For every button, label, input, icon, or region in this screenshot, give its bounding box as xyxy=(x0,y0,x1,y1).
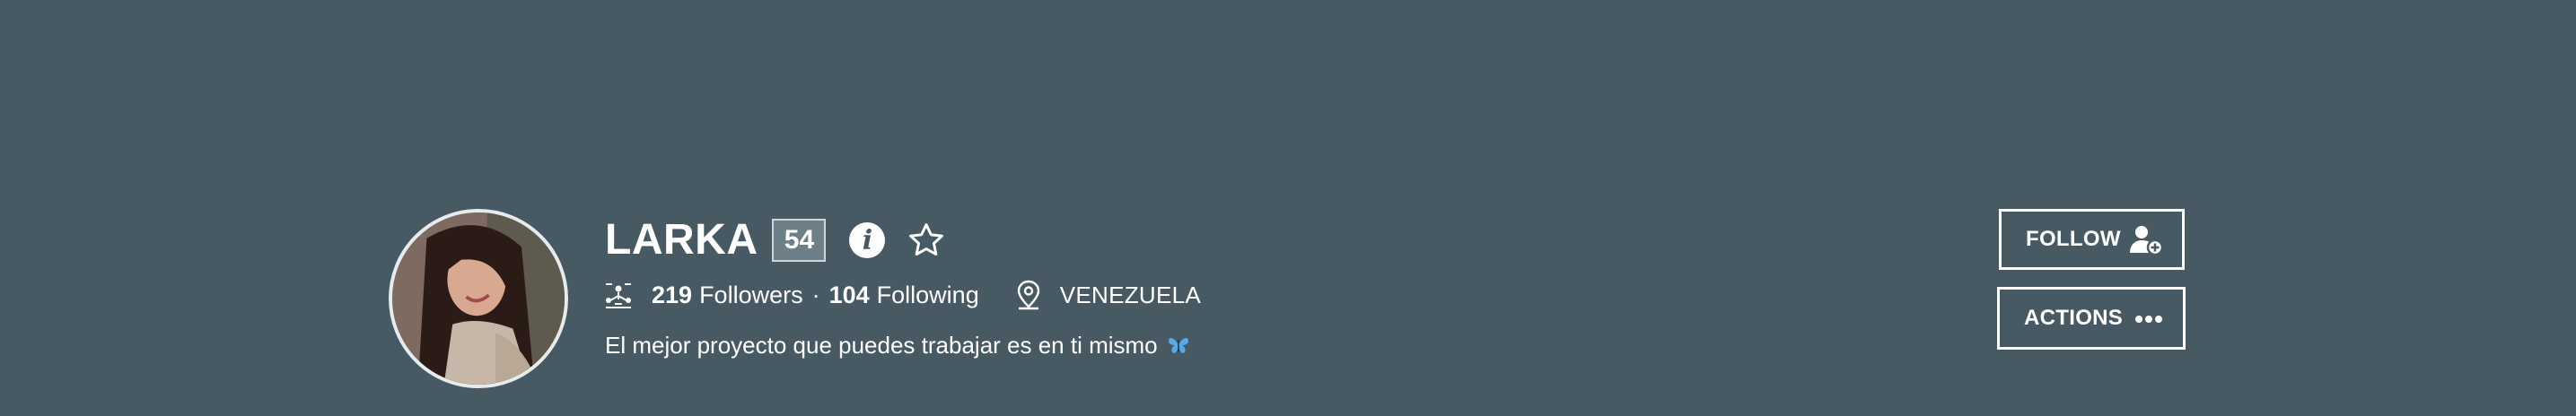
profile-header: LARKA 54 i 219 Followers · 104 Following… xyxy=(0,0,2576,416)
actions-button-label: ACTIONS xyxy=(2024,306,2124,330)
followers-label[interactable]: Followers xyxy=(699,282,803,309)
info-icon[interactable]: i xyxy=(849,222,886,258)
more-dots-icon xyxy=(2135,316,2162,323)
following-count[interactable]: 104 xyxy=(829,282,870,309)
level-badge: 54 xyxy=(772,219,827,262)
location: VENEZUELA xyxy=(1059,281,1202,308)
star-icon[interactable] xyxy=(907,221,946,260)
avatar-photo xyxy=(392,212,565,385)
stats-separator: · xyxy=(811,281,820,308)
name-row: LARKA 54 i xyxy=(605,213,946,267)
avatar[interactable] xyxy=(389,209,568,388)
following-label[interactable]: Following xyxy=(877,282,979,309)
username: LARKA xyxy=(605,216,758,264)
bio-text: El mejor proyecto que puedes trabajar es… xyxy=(605,332,1158,359)
follow-button[interactable]: FOLLOW xyxy=(1999,209,2185,270)
add-user-icon xyxy=(2130,226,2164,256)
stats-row: 219 Followers · 104 Following VENEZUELA xyxy=(603,277,1201,313)
followers-count[interactable]: 219 xyxy=(652,282,692,309)
map-pin-icon xyxy=(1017,280,1039,310)
butterfly-icon xyxy=(1168,338,1188,353)
actions-button[interactable]: ACTIONS xyxy=(1997,287,2186,350)
bio: El mejor proyecto que puedes trabajar es… xyxy=(605,327,1190,363)
network-icon xyxy=(606,283,631,308)
follow-button-label: FOLLOW xyxy=(2026,227,2121,251)
